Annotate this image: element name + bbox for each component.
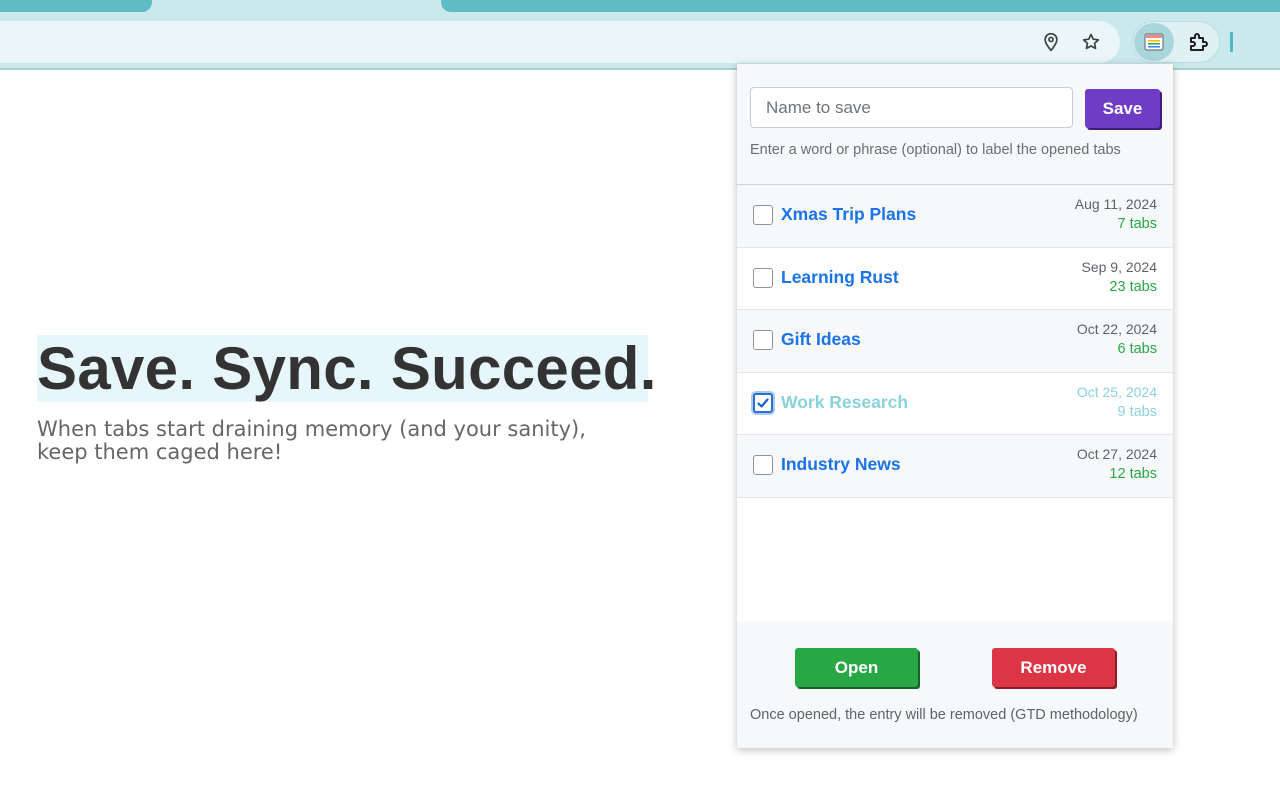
save-button[interactable]: Save (1085, 89, 1160, 128)
entry-tab-count: 6 tabs (1117, 341, 1158, 357)
entry-checkbox[interactable] (753, 392, 773, 413)
entry-date: Oct 27, 2024 (1076, 446, 1157, 462)
tab-left[interactable] (0, 0, 152, 12)
subtitle-line-2: keep them caged here! (37, 440, 283, 464)
open-button[interactable]: Open (795, 648, 918, 687)
list-item[interactable]: Xmas Trip Plans Aug 11, 2024 7 tabs (737, 185, 1173, 248)
tab-cage-extension-icon[interactable] (1134, 23, 1174, 61)
entry-date: Oct 25, 2024 (1076, 383, 1157, 400)
star-bookmark-icon[interactable] (1079, 30, 1103, 54)
entry-checkbox[interactable] (753, 455, 773, 475)
profile-indicator[interactable] (1230, 32, 1233, 52)
entry-tab-count: 9 tabs (1117, 403, 1158, 420)
entry-tab-count: 7 tabs (1117, 216, 1158, 232)
save-hint: Enter a word or phrase (optional) to lab… (750, 142, 1121, 158)
entry-checkbox[interactable] (753, 267, 773, 288)
extension-popup: Save Enter a word or phrase (optional) t… (737, 64, 1173, 748)
entry-tab-count: 23 tabs (1109, 278, 1157, 295)
remove-button[interactable]: Remove (992, 648, 1115, 687)
list-item[interactable]: Gift Ideas Oct 22, 2024 6 tabs (737, 310, 1173, 373)
popup-footer: Open Remove Once opened, the entry will … (737, 621, 1173, 748)
entry-checkbox[interactable] (753, 330, 773, 350)
list-item[interactable]: Work Research Oct 25, 2024 9 tabs (737, 372, 1173, 435)
entry-title[interactable]: Work Research (781, 392, 908, 413)
popup-header: Save Enter a word or phrase (optional) t… (737, 64, 1173, 185)
entry-title[interactable]: Learning Rust (781, 267, 899, 288)
entry-date: Oct 22, 2024 (1076, 321, 1157, 337)
entry-date: Aug 11, 2024 (1074, 196, 1157, 212)
list-item[interactable]: Learning Rust Sep 9, 2024 23 tabs (737, 247, 1173, 310)
entry-checkbox[interactable] (753, 205, 773, 225)
checkmark-icon (757, 397, 769, 408)
entry-tab-count: 12 tabs (1109, 466, 1157, 482)
address-bar[interactable] (0, 21, 1120, 63)
subtitle-line-1: When tabs start draining memory (and you… (37, 417, 586, 441)
location-pin-icon[interactable] (1039, 30, 1063, 54)
tab-right[interactable] (441, 0, 1280, 12)
saved-entries-list: Xmas Trip Plans Aug 11, 2024 7 tabs Lear… (737, 185, 1173, 498)
page-title: Save. Sync. Succeed. (37, 335, 657, 402)
footer-note: Once opened, the entry will be removed (… (750, 707, 1138, 723)
entry-title[interactable]: Gift Ideas (781, 329, 861, 350)
list-item[interactable]: Industry News Oct 27, 2024 12 tabs (737, 435, 1173, 498)
entry-title[interactable]: Industry News (781, 454, 901, 475)
page-subtitle: When tabs start draining memory (and you… (37, 418, 677, 464)
puzzle-extensions-icon[interactable] (1185, 28, 1213, 56)
entry-date: Sep 9, 2024 (1081, 258, 1157, 275)
name-to-save-input[interactable] (750, 87, 1073, 128)
entry-title[interactable]: Xmas Trip Plans (781, 204, 916, 225)
